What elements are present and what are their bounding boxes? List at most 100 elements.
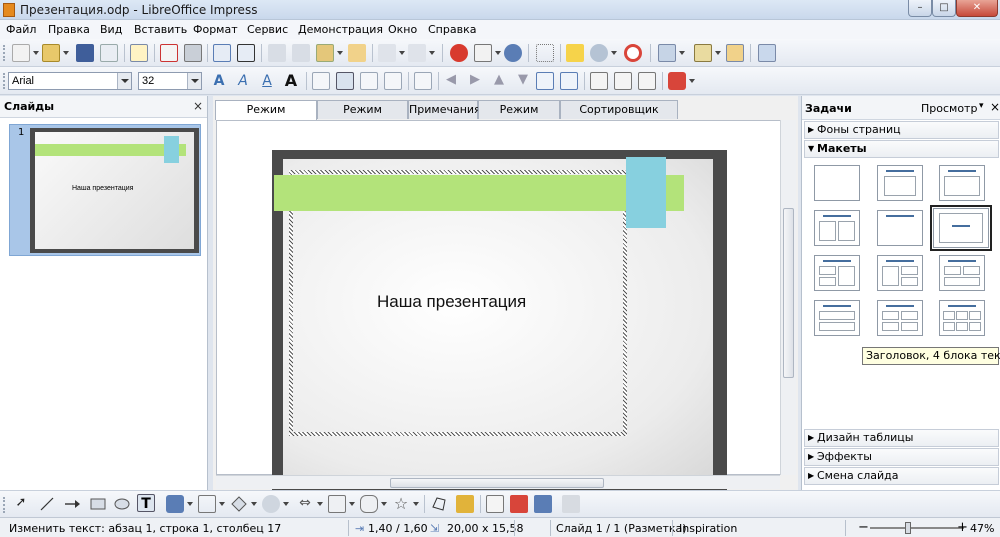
arrow-down-icon[interactable]: ▼ bbox=[514, 72, 532, 90]
copy-icon[interactable] bbox=[292, 44, 310, 62]
menu-view[interactable]: Вид bbox=[100, 23, 122, 36]
status-zoom[interactable]: 47% bbox=[970, 522, 994, 535]
select-arrow-icon[interactable]: ➚ bbox=[12, 495, 30, 513]
arrow-left-icon[interactable]: ◀ bbox=[442, 72, 460, 90]
toggle-extrusion-icon[interactable] bbox=[562, 495, 580, 513]
connector-dropdown-arrow[interactable] bbox=[219, 502, 225, 506]
decrease-spacing-icon[interactable] bbox=[560, 72, 578, 90]
curve-icon[interactable] bbox=[166, 495, 184, 513]
layout-title-6-content[interactable] bbox=[939, 300, 985, 336]
layout-title-2-content-content[interactable] bbox=[877, 255, 923, 291]
menu-window[interactable]: Окно bbox=[388, 23, 417, 36]
callouts-dropdown-arrow[interactable] bbox=[381, 502, 387, 506]
paste-dropdown-arrow[interactable] bbox=[337, 51, 343, 55]
bold-a-icon[interactable]: A bbox=[210, 72, 228, 90]
basic-shapes-icon[interactable] bbox=[230, 495, 248, 513]
print-icon[interactable] bbox=[184, 44, 202, 62]
cut-icon[interactable] bbox=[268, 44, 286, 62]
line-arrow-icon[interactable] bbox=[63, 495, 81, 513]
minimize-button[interactable]: – bbox=[908, 0, 932, 17]
align-center-icon[interactable] bbox=[336, 72, 354, 90]
navigator-icon[interactable] bbox=[504, 44, 522, 62]
points-icon[interactable] bbox=[430, 495, 448, 513]
symbol-shapes-dropdown-arrow[interactable] bbox=[283, 502, 289, 506]
section-layouts[interactable]: ▼ Макеты bbox=[804, 140, 999, 158]
curve-dropdown-arrow[interactable] bbox=[187, 502, 193, 506]
menu-slideshow[interactable]: Демонстрация bbox=[298, 23, 383, 36]
menu-edit[interactable]: Правка bbox=[48, 23, 90, 36]
block-arrows-icon[interactable]: ⇔ bbox=[296, 495, 314, 513]
zoom-icon[interactable] bbox=[590, 44, 608, 62]
rectangle-icon[interactable] bbox=[89, 495, 107, 513]
flowchart-dropdown-arrow[interactable] bbox=[349, 502, 355, 506]
redo-icon[interactable] bbox=[408, 44, 426, 62]
layout-blank[interactable] bbox=[814, 165, 860, 201]
layout-title-slide[interactable] bbox=[877, 165, 923, 201]
chevron-down-icon[interactable]: ▾ bbox=[979, 101, 984, 111]
layout-dropdown-arrow[interactable] bbox=[715, 51, 721, 55]
gallery-star-icon[interactable] bbox=[566, 44, 584, 62]
tab-slide-sorter[interactable]: Сортировщик слайдов bbox=[560, 100, 678, 133]
font-size-combobox[interactable]: 32 bbox=[138, 72, 202, 90]
font-name-combobox[interactable]: Arial bbox=[8, 72, 132, 90]
open-dropdown-arrow[interactable] bbox=[63, 51, 69, 55]
arrow-up-icon[interactable]: ▲ bbox=[490, 72, 508, 90]
chevron-down-icon[interactable] bbox=[117, 73, 131, 89]
maximize-button[interactable]: □ bbox=[932, 0, 956, 17]
zoom-in-button[interactable]: + bbox=[957, 520, 968, 535]
horizontal-scrollbar[interactable] bbox=[216, 475, 780, 489]
layout-title-2-content-over[interactable] bbox=[814, 255, 860, 291]
basic-shapes-dropdown-arrow[interactable] bbox=[251, 502, 257, 506]
toolbar-grip[interactable] bbox=[3, 45, 6, 61]
slide-dropdown-arrow[interactable] bbox=[679, 51, 685, 55]
zoom-out-button[interactable]: − bbox=[858, 520, 869, 535]
open-folder-icon[interactable] bbox=[42, 44, 60, 62]
menu-format[interactable]: Формат bbox=[193, 23, 238, 36]
slide-title-text[interactable]: Наша презентация bbox=[377, 292, 526, 312]
save-icon[interactable] bbox=[76, 44, 94, 62]
underline-a-icon[interactable]: A bbox=[258, 72, 276, 90]
redo-dropdown-arrow[interactable] bbox=[429, 51, 435, 55]
layout-title-content[interactable] bbox=[939, 165, 985, 201]
paragraph-icon[interactable] bbox=[614, 72, 632, 90]
export-pdf-icon[interactable] bbox=[160, 44, 178, 62]
character-icon[interactable] bbox=[590, 72, 608, 90]
layout-title-2-content[interactable] bbox=[814, 210, 860, 246]
spellcheck-icon[interactable] bbox=[213, 44, 231, 62]
block-arrows-dropdown-arrow[interactable] bbox=[317, 502, 323, 506]
horizontal-scroll-thumb[interactable] bbox=[390, 478, 604, 488]
slide-thumbnail-selected[interactable]: 1 Наша презентация bbox=[9, 124, 201, 256]
new-document-icon[interactable] bbox=[12, 44, 30, 62]
zoom-dropdown-arrow[interactable] bbox=[611, 51, 617, 55]
bullets-numbering-icon[interactable] bbox=[638, 72, 656, 90]
slide-thumbnail[interactable]: Наша презентация bbox=[30, 128, 199, 253]
justify-icon[interactable] bbox=[384, 72, 402, 90]
shadow-a-icon[interactable]: A bbox=[282, 72, 300, 90]
paste-icon[interactable] bbox=[316, 44, 334, 62]
table-icon[interactable] bbox=[474, 44, 492, 62]
layout-centered-text-selected[interactable] bbox=[930, 205, 992, 251]
bullets-icon[interactable] bbox=[414, 72, 432, 90]
email-icon[interactable] bbox=[100, 44, 118, 62]
menu-insert[interactable]: Вставить bbox=[134, 23, 187, 36]
clone-formatting-icon[interactable] bbox=[348, 44, 366, 62]
master-slides-icon[interactable] bbox=[726, 44, 744, 62]
zoom-slider-track[interactable] bbox=[870, 527, 964, 529]
tab-handout-view[interactable]: Режим тезисов bbox=[478, 100, 560, 133]
close-button[interactable]: ✕ bbox=[956, 0, 998, 17]
layout-title-4-content[interactable] bbox=[877, 300, 923, 336]
align-right-icon[interactable] bbox=[360, 72, 378, 90]
extrusion-icon[interactable] bbox=[534, 495, 552, 513]
insert-image-icon[interactable] bbox=[510, 495, 528, 513]
slide-icon[interactable] bbox=[658, 44, 676, 62]
menu-file[interactable]: Файл bbox=[6, 23, 36, 36]
toolbar-grip[interactable] bbox=[3, 497, 6, 513]
autospellcheck-icon[interactable] bbox=[237, 44, 255, 62]
edit-file-icon[interactable] bbox=[130, 44, 148, 62]
increase-spacing-icon[interactable] bbox=[536, 72, 554, 90]
section-table-design[interactable]: ▶ Дизайн таблицы bbox=[804, 429, 999, 447]
stars-icon[interactable]: ☆ bbox=[392, 495, 410, 513]
help-icon[interactable] bbox=[624, 44, 642, 62]
new-dropdown-arrow[interactable] bbox=[33, 51, 39, 55]
view-menu-button[interactable]: Просмотр bbox=[921, 102, 977, 115]
